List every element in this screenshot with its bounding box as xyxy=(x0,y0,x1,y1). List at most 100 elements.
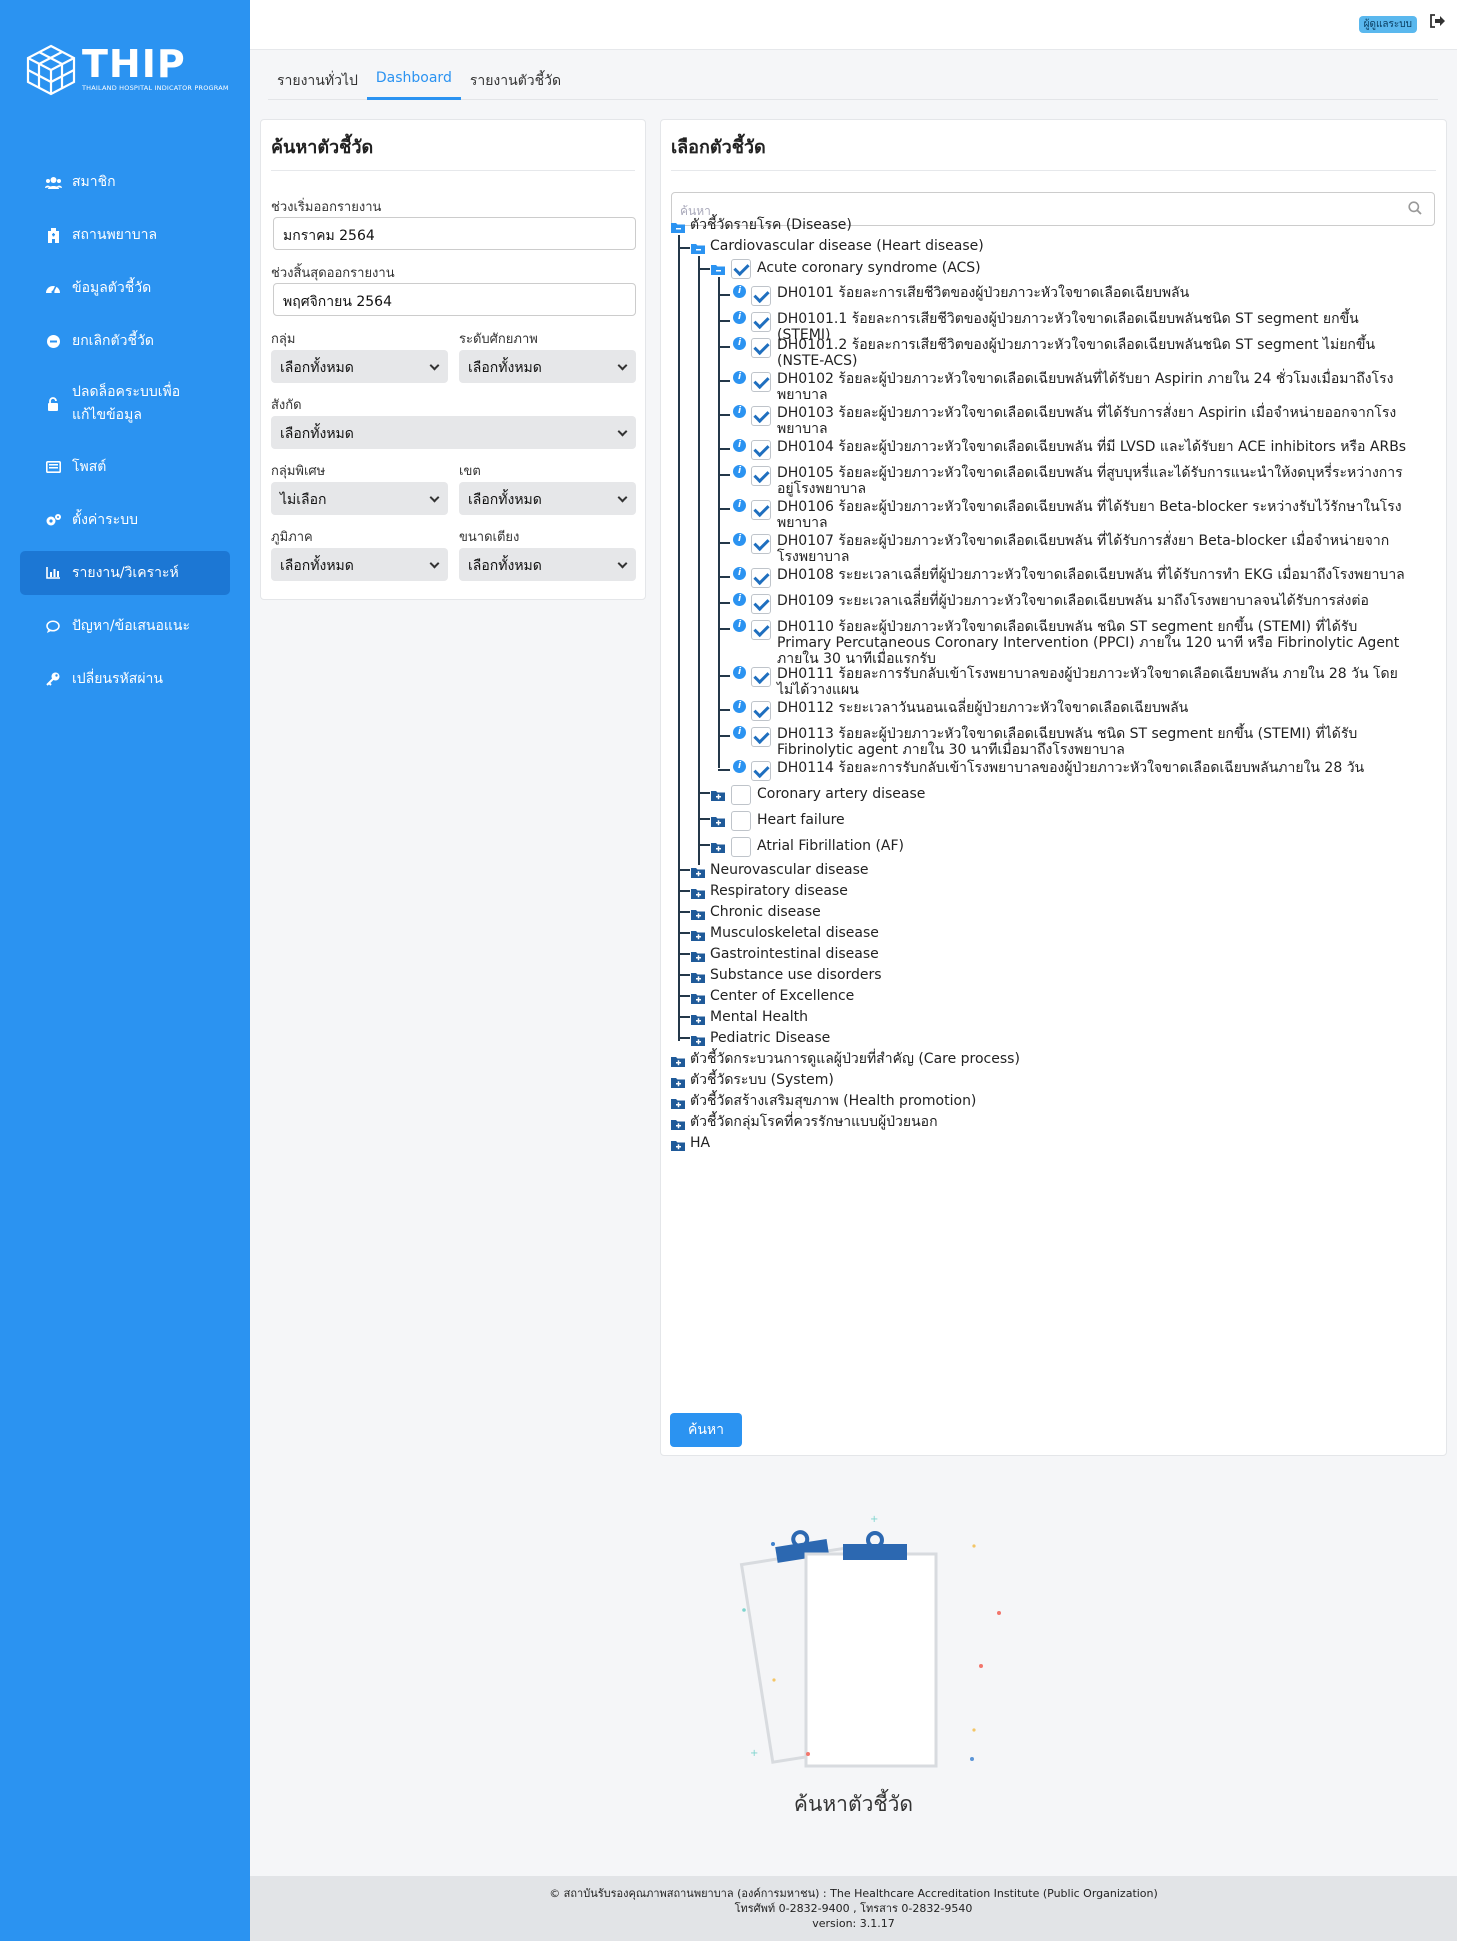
tab-indicator-report[interactable]: รายงานตัวชี้วัด xyxy=(461,62,570,100)
indicator-label[interactable]: DH0103 ร้อยละผู้ป่วยภาวะหัวใจขาดเลือดเฉี… xyxy=(777,405,1407,437)
tree-node-cardio-child[interactable]: Atrial Fibrillation (AF) xyxy=(757,838,904,855)
tree-node-disease-group[interactable]: Substance use disorders xyxy=(710,967,882,984)
folder-plus-icon[interactable] xyxy=(691,1032,705,1046)
info-icon[interactable]: i xyxy=(733,760,746,773)
tree-node-disease-group[interactable]: Musculoskeletal disease xyxy=(710,925,879,942)
folder-plus-icon[interactable] xyxy=(671,1137,685,1151)
indicator-checkbox[interactable] xyxy=(751,312,771,332)
region-select[interactable]: เลือกทั้งหมด xyxy=(271,548,448,581)
indicator-label[interactable]: DH0107 ร้อยละผู้ป่วยภาวะหัวใจขาดเลือดเฉี… xyxy=(777,533,1407,565)
indicator-checkbox[interactable] xyxy=(751,727,771,747)
sidebar-item-indicator-data[interactable]: ข้อมูลตัวชี้วัด xyxy=(20,266,230,310)
info-icon[interactable]: i xyxy=(733,619,746,632)
info-icon[interactable]: i xyxy=(733,311,746,324)
tree-root-category[interactable]: ตัวชี้วัดสร้างเสริมสุขภาพ (Health promot… xyxy=(690,1093,976,1110)
indicator-label[interactable]: DH0113 ร้อยละผู้ป่วยภาวะหัวใจขาดเลือดเฉี… xyxy=(777,726,1407,758)
folder-plus-icon[interactable] xyxy=(671,1095,685,1109)
info-icon[interactable]: i xyxy=(733,439,746,452)
folder-plus-icon[interactable] xyxy=(691,990,705,1004)
folder-plus-icon[interactable] xyxy=(691,969,705,983)
folder-plus-icon[interactable] xyxy=(711,813,725,827)
folder-plus-icon[interactable] xyxy=(671,1116,685,1130)
tree-node-cardio-child[interactable]: Coronary artery disease xyxy=(757,786,925,803)
tab-general-report[interactable]: รายงานทั่วไป xyxy=(268,62,367,100)
indicator-label[interactable]: DH0101.2 ร้อยละการเสียชีวิตของผู้ป่วยภาว… xyxy=(777,337,1407,369)
tree-node-disease-group[interactable]: Gastrointestinal disease xyxy=(710,946,879,963)
tree-node-acs[interactable]: Acute coronary syndrome (ACS) xyxy=(757,260,981,277)
start-month-input[interactable]: มกราคม 2564 xyxy=(273,217,636,250)
info-icon[interactable]: i xyxy=(733,593,746,606)
search-button[interactable]: ค้นหา xyxy=(670,1413,742,1447)
user-role-badge[interactable]: ผู้ดูแลระบบ xyxy=(1358,16,1417,33)
tree-node-disease-group[interactable]: Center of Excellence xyxy=(710,988,854,1005)
folder-open-icon[interactable] xyxy=(671,219,685,233)
indicator-label[interactable]: DH0114 ร้อยละการรับกลับเข้าโรงพยาบาลของผ… xyxy=(777,760,1407,776)
indicator-checkbox[interactable] xyxy=(751,500,771,520)
end-month-input[interactable]: พฤศจิกายน 2564 xyxy=(273,283,636,316)
folder-plus-icon[interactable] xyxy=(691,885,705,899)
tree-node-disease-group[interactable]: Mental Health xyxy=(710,1009,808,1026)
indicator-checkbox[interactable] xyxy=(751,667,771,687)
info-icon[interactable]: i xyxy=(733,533,746,546)
indicator-label[interactable]: DH0110 ร้อยละผู้ป่วยภาวะหัวใจขาดเลือดเฉี… xyxy=(777,619,1407,667)
logout-icon[interactable] xyxy=(1429,14,1447,30)
sidebar-item-feedback[interactable]: ปัญหา/ข้อเสนอแนะ xyxy=(20,604,230,648)
special-group-select[interactable]: ไม่เลือก xyxy=(271,482,448,515)
indicator-label[interactable]: DH0101 ร้อยละการเสียชีวิตของผู้ป่วยภาวะห… xyxy=(777,285,1407,301)
indicator-label[interactable]: DH0108 ระยะเวลาเฉลี่ยที่ผู้ป่วยภาวะหัวใจ… xyxy=(777,567,1407,583)
tree-node-disease-group[interactable]: Chronic disease xyxy=(710,904,821,921)
indicator-checkbox[interactable] xyxy=(751,286,771,306)
indicator-label[interactable]: DH0109 ระยะเวลาเฉลี่ยที่ผู้ป่วยภาวะหัวใจ… xyxy=(777,593,1407,609)
indicator-label[interactable]: DH0106 ร้อยละผู้ป่วยภาวะหัวใจขาดเลือดเฉี… xyxy=(777,499,1407,531)
info-icon[interactable]: i xyxy=(733,465,746,478)
indicator-checkbox[interactable] xyxy=(751,338,771,358)
indicator-checkbox[interactable] xyxy=(751,406,771,426)
tree-node-cardio-child[interactable]: Heart failure xyxy=(757,812,845,829)
folder-plus-icon[interactable] xyxy=(711,787,725,801)
folder-open-icon[interactable] xyxy=(691,240,705,254)
folder-plus-icon[interactable] xyxy=(691,1011,705,1025)
sidebar-item-cancel-indicator[interactable]: ยกเลิกตัวชี้วัด xyxy=(20,319,230,363)
indicator-label[interactable]: DH0102 ร้อยละผู้ป่วยภาวะหัวใจขาดเลือดเฉี… xyxy=(777,371,1407,403)
checkbox-acs[interactable] xyxy=(731,259,751,279)
thip-logo[interactable]: THIP THAILAND HOSPITAL INDICATOR PROGRAM xyxy=(24,44,234,96)
tree-node-cardiovascular[interactable]: Cardiovascular disease (Heart disease) xyxy=(710,238,984,255)
indicator-checkbox[interactable] xyxy=(751,466,771,486)
folder-plus-icon[interactable] xyxy=(691,948,705,962)
level-select[interactable]: เลือกทั้งหมด xyxy=(459,350,636,383)
info-icon[interactable]: i xyxy=(733,726,746,739)
bed-size-select[interactable]: เลือกทั้งหมด xyxy=(459,548,636,581)
indicator-checkbox[interactable] xyxy=(751,372,771,392)
info-icon[interactable]: i xyxy=(733,405,746,418)
info-icon[interactable]: i xyxy=(733,700,746,713)
folder-plus-icon[interactable] xyxy=(691,906,705,920)
indicator-checkbox[interactable] xyxy=(751,440,771,460)
group-select[interactable]: เลือกทั้งหมด xyxy=(271,350,448,383)
info-icon[interactable]: i xyxy=(733,666,746,679)
sidebar-item-posts[interactable]: โพสต์ xyxy=(20,445,230,489)
indicator-label[interactable]: DH0112 ระยะเวลาวันนอนเฉลี่ยผู้ป่วยภาวะหั… xyxy=(777,700,1407,716)
tab-dashboard[interactable]: Dashboard xyxy=(366,62,461,100)
checkbox-cardio-child[interactable] xyxy=(731,785,751,805)
tree-root-category[interactable]: HA xyxy=(690,1135,710,1152)
tree-node-disease-group[interactable]: Neurovascular disease xyxy=(710,862,869,879)
info-icon[interactable]: i xyxy=(733,371,746,384)
affiliation-select[interactable]: เลือกทั้งหมด xyxy=(271,416,636,449)
indicator-checkbox[interactable] xyxy=(751,761,771,781)
sidebar-item-reports[interactable]: รายงาน/วิเคราะห์ xyxy=(20,551,230,595)
folder-plus-icon[interactable] xyxy=(671,1053,685,1067)
sidebar-item-hospitals[interactable]: สถานพยาบาล xyxy=(20,213,230,257)
sidebar-item-members[interactable]: สมาชิก xyxy=(20,160,230,204)
zone-select[interactable]: เลือกทั้งหมด xyxy=(459,482,636,515)
indicator-checkbox[interactable] xyxy=(751,620,771,640)
sidebar-item-unlock[interactable]: ปลดล็อคระบบเพื่อแก้ไขข้อมูล xyxy=(20,372,230,436)
info-icon[interactable]: i xyxy=(733,567,746,580)
indicator-label[interactable]: DH0111 ร้อยละการรับกลับเข้าโรงพยาบาลของผ… xyxy=(777,666,1407,698)
checkbox-cardio-child[interactable] xyxy=(731,811,751,831)
folder-plus-icon[interactable] xyxy=(691,864,705,878)
indicator-checkbox[interactable] xyxy=(751,534,771,554)
tree-root-category[interactable]: ตัวชี้วัดกลุ่มโรคที่ควรรักษาแบบผู้ป่วยนอ… xyxy=(690,1114,938,1131)
sidebar-item-settings[interactable]: ตั้งค่าระบบ xyxy=(20,498,230,542)
folder-plus-icon[interactable] xyxy=(711,839,725,853)
info-icon[interactable]: i xyxy=(733,337,746,350)
